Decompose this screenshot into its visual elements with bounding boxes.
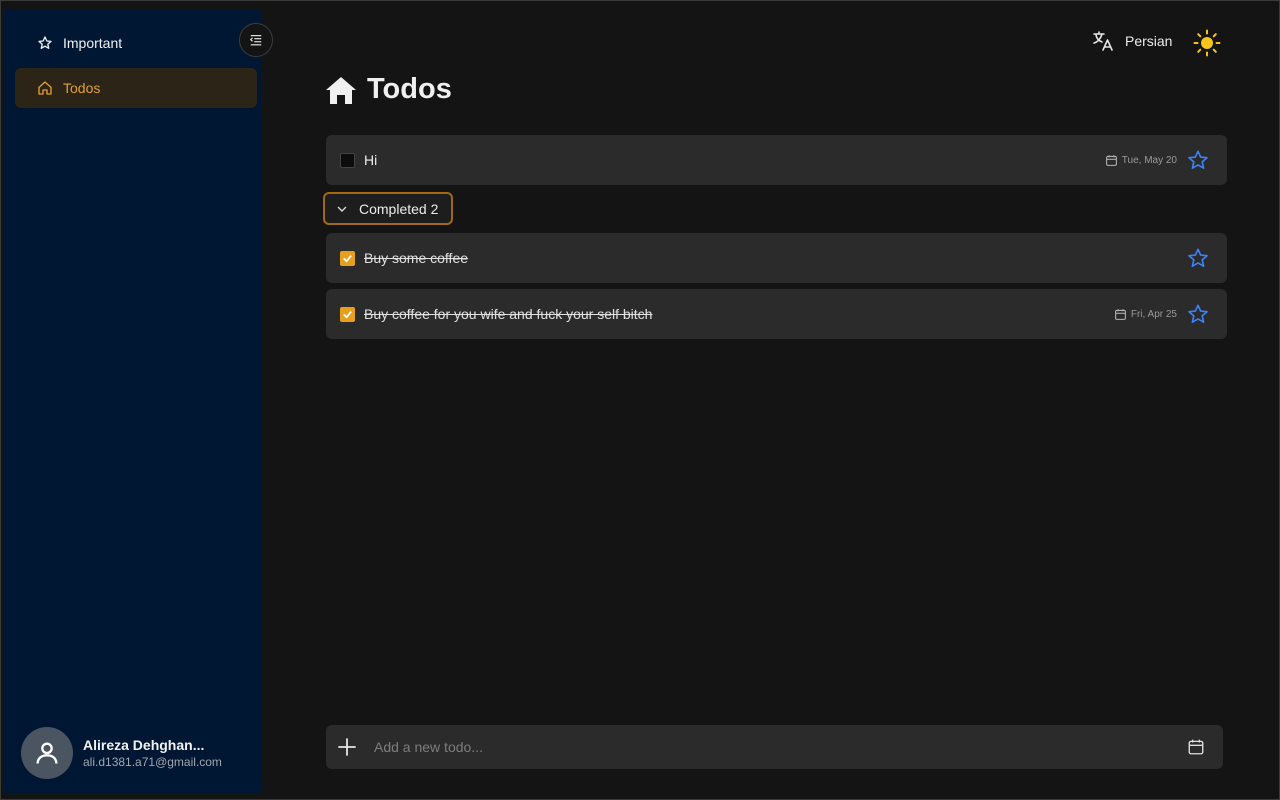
todo-text: Hi bbox=[364, 152, 378, 168]
sidebar-item-important[interactable]: Important bbox=[15, 23, 257, 63]
language-label: Persian bbox=[1125, 33, 1173, 49]
calendar-icon bbox=[1105, 154, 1122, 167]
add-todo-bar bbox=[326, 725, 1223, 769]
theme-toggle-button[interactable] bbox=[1193, 29, 1221, 57]
page-title-text: Todos bbox=[367, 73, 452, 105]
profile-email: ali.d1381.a71@gmail.com bbox=[83, 755, 222, 769]
todo-checkbox-checked[interactable] bbox=[340, 250, 355, 266]
plus-icon[interactable] bbox=[336, 736, 358, 758]
star-outline-icon bbox=[37, 35, 53, 51]
due-date-text: Tue, May 20 bbox=[1121, 154, 1177, 166]
page-title: Todos bbox=[325, 73, 452, 106]
sidebar-collapse-button[interactable] bbox=[239, 23, 273, 57]
home-outline-icon bbox=[37, 80, 53, 96]
completed-label: Completed 2 bbox=[359, 200, 439, 217]
calendar-icon bbox=[1114, 308, 1131, 321]
translate-icon bbox=[1091, 29, 1115, 53]
app-window: Important Todos Alireza Dehghan... ali.d… bbox=[0, 0, 1280, 800]
due-date-text: Fri, Apr 25 bbox=[1130, 308, 1177, 320]
todo-item[interactable]: Hi Tue, May 20 bbox=[326, 135, 1227, 185]
todo-text: Buy some coffee bbox=[364, 250, 469, 266]
checkmark-icon bbox=[343, 254, 352, 262]
sidebar-item-label: Todos bbox=[63, 80, 101, 96]
star-toggle-icon[interactable] bbox=[1187, 247, 1209, 269]
language-toggle[interactable]: Persian bbox=[1091, 29, 1172, 53]
star-toggle-icon[interactable] bbox=[1187, 149, 1209, 171]
todo-checkbox-checked[interactable] bbox=[340, 306, 355, 322]
menu-collapse-icon bbox=[249, 33, 263, 47]
checkmark-icon bbox=[343, 310, 352, 318]
sidebar: Important Todos Alireza Dehghan... ali.d… bbox=[3, 9, 261, 793]
add-todo-input[interactable] bbox=[374, 739, 1187, 755]
star-toggle-icon[interactable] bbox=[1187, 303, 1209, 325]
sidebar-item-label: Important bbox=[63, 35, 123, 51]
sidebar-item-todos[interactable]: Todos bbox=[15, 68, 257, 108]
profile-name: Alireza Dehghan... bbox=[83, 737, 205, 753]
avatar bbox=[21, 727, 73, 779]
profile-info: Alireza Dehghan... ali.d1381.a71@gmail.c… bbox=[83, 737, 222, 769]
sun-icon bbox=[1193, 29, 1221, 57]
todo-item-completed[interactable]: Buy some coffee bbox=[326, 233, 1227, 283]
home-icon bbox=[325, 75, 357, 105]
due-date: Tue, May 20 bbox=[1105, 154, 1177, 167]
due-date: Fri, Apr 25 bbox=[1114, 308, 1177, 321]
todo-text: Buy coffee for you wife and fuck your se… bbox=[364, 306, 653, 322]
chevron-down-icon bbox=[336, 203, 359, 215]
user-profile[interactable]: Alireza Dehghan... ali.d1381.a71@gmail.c… bbox=[21, 727, 222, 779]
todo-checkbox[interactable] bbox=[340, 152, 355, 168]
todo-item-completed[interactable]: Buy coffee for you wife and fuck your se… bbox=[326, 289, 1227, 339]
completed-toggle-button[interactable]: Completed 2 bbox=[323, 192, 453, 225]
calendar-icon[interactable] bbox=[1187, 738, 1205, 756]
